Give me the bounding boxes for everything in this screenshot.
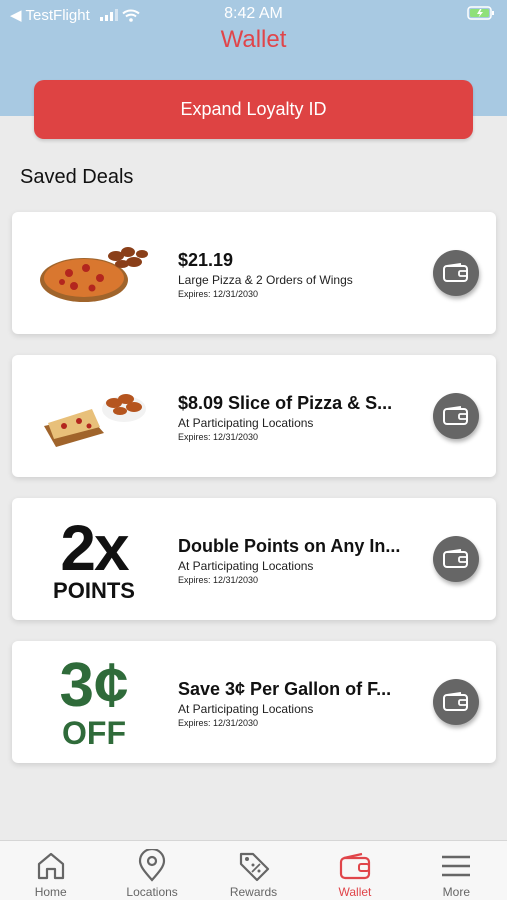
deal-expiration: Expires: 12/31/2030	[178, 289, 259, 299]
status-bar: ◀ TestFlight 8:42 AM	[0, 0, 507, 28]
deal-card[interactable]: 2x POINTS Double Points on Any In... At …	[12, 498, 496, 620]
deal-card[interactable]: 3¢ OFF Save 3¢ Per Gallon of F... At Par…	[12, 641, 496, 763]
deal-expiration: Expires: 12/31/2030	[178, 575, 259, 585]
wallet-icon	[443, 692, 468, 711]
add-to-wallet-button[interactable]	[433, 250, 479, 296]
tab-locations[interactable]: Locations	[101, 841, 202, 900]
tab-wallet[interactable]: Wallet	[304, 841, 405, 900]
deal-title: Save 3¢ Per Gallon of F...	[178, 679, 392, 699]
deal-title: $21.19	[178, 250, 234, 270]
expand-loyalty-id-button[interactable]: Expand Loyalty ID	[34, 80, 473, 139]
tab-label: More	[442, 885, 470, 899]
graphic-line1: 3¢	[59, 651, 129, 720]
wallet-icon	[443, 549, 468, 568]
tab-rewards[interactable]: Rewards	[203, 841, 304, 900]
tab-label: Home	[34, 885, 67, 899]
wallet-icon	[443, 263, 468, 282]
add-to-wallet-button[interactable]	[433, 679, 479, 725]
deal-subtitle: At Participating Locations	[178, 559, 314, 573]
add-to-wallet-button[interactable]	[433, 393, 479, 439]
deal-subtitle: At Participating Locations	[178, 416, 314, 430]
tab-home[interactable]: Home	[0, 841, 101, 900]
wallet-icon	[339, 852, 371, 880]
slice-and-wings-image	[24, 373, 164, 459]
add-to-wallet-button[interactable]	[433, 536, 479, 582]
3c-off-graphic: 3¢ OFF	[24, 655, 164, 750]
deal-expiration: Expires: 12/31/2030	[178, 718, 259, 728]
battery-icon	[467, 6, 495, 24]
tab-label: Wallet	[338, 885, 372, 899]
location-pin-icon	[139, 849, 166, 882]
graphic-line2: OFF	[62, 715, 126, 751]
deal-card[interactable]: $8.09 Slice of Pizza & S... At Participa…	[12, 355, 496, 477]
menu-icon	[442, 855, 471, 877]
deal-title: Double Points on Any In...	[178, 536, 401, 556]
pizza-and-wings-image	[24, 230, 164, 316]
deal-expiration: Expires: 12/31/2030	[178, 432, 259, 442]
deal-title: $8.09 Slice of Pizza & S...	[178, 393, 393, 413]
home-icon	[37, 852, 64, 880]
graphic-line1: 2x	[60, 512, 129, 584]
tab-label: Rewards	[229, 885, 278, 899]
graphic-line2: POINTS	[53, 578, 135, 603]
page-title: Wallet	[220, 26, 287, 53]
wallet-icon	[443, 406, 468, 425]
deal-subtitle: Large Pizza & 2 Orders of Wings	[178, 273, 353, 287]
deal-subtitle: At Participating Locations	[178, 702, 314, 716]
tab-label: Locations	[126, 885, 178, 899]
tag-percent-icon	[239, 852, 269, 882]
tab-bar: Home Locations Rewards Wallet More	[0, 840, 507, 900]
2x-points-graphic: 2x POINTS	[24, 516, 164, 602]
status-time: 8:42 AM	[224, 5, 283, 22]
tab-more[interactable]: More	[406, 841, 507, 900]
deal-card[interactable]: $21.19 Large Pizza & 2 Orders of Wings E…	[12, 212, 496, 334]
section-title: Saved Deals	[20, 166, 134, 188]
